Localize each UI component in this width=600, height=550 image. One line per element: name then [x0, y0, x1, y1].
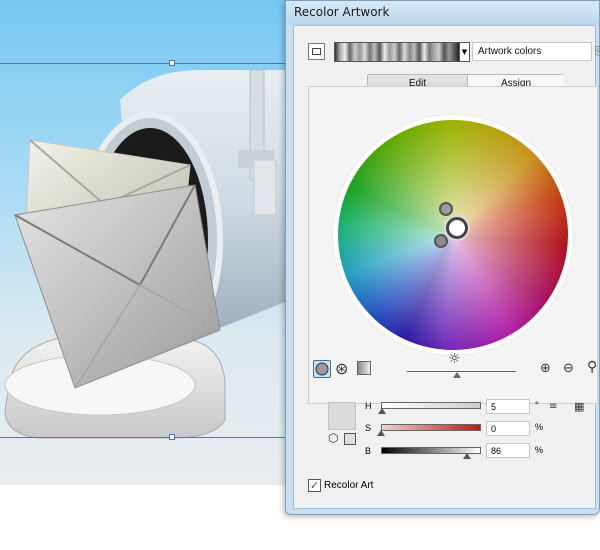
smooth-wheel-button[interactable] — [313, 360, 331, 378]
link-icon[interactable]: ⚲ — [587, 360, 597, 374]
save-group-icon[interactable]: ⎘ — [595, 45, 600, 59]
saturation-slider-thumb[interactable] — [377, 430, 385, 436]
color-mode-menu-icon[interactable]: ▦ — [574, 401, 584, 412]
brightness-unit: % — [535, 445, 544, 455]
brightness-label: B — [365, 446, 372, 456]
selection-handle-bottom[interactable] — [169, 434, 175, 440]
saturation-slider-track[interactable] — [381, 424, 481, 431]
swatch-icon — [312, 48, 321, 55]
saturation-label: S — [365, 423, 372, 433]
remove-color-icon[interactable]: ⊖ — [563, 362, 574, 375]
selection-top-edge — [0, 63, 290, 64]
segmented-wheel-icon[interactable]: ⊛ — [335, 361, 348, 377]
add-color-icon[interactable]: ⊕ — [540, 362, 551, 375]
brightness-slider-track[interactable] — [407, 371, 516, 372]
brightness-slider-thumb[interactable] — [453, 372, 462, 378]
recolor-art-checkbox[interactable]: ✓ — [308, 479, 321, 492]
artwork-colors-field[interactable]: Artwork colors — [472, 42, 592, 61]
brightness-sun-icon: ☼ — [448, 351, 461, 367]
panel-menu-icon[interactable]: ≡ — [549, 402, 557, 412]
web-safe-swatch[interactable] — [344, 433, 356, 445]
mailbox-illustration — [4, 69, 290, 439]
smooth-wheel-icon — [315, 362, 329, 376]
color-preview-swatch — [328, 402, 356, 430]
saturation-unit: % — [535, 422, 544, 432]
recolor-art-label: Recolor Art — [324, 480, 374, 491]
screen: Recolor Artwork ▼ Artwork colors ⎘ Edit … — [0, 0, 600, 550]
selection-handle-top[interactable] — [169, 60, 175, 66]
dialog-title: Recolor Artwork — [294, 5, 390, 19]
out-of-gamut-cube-icon[interactable]: ⬡ — [328, 432, 338, 444]
saturation-value-field[interactable]: 0 — [486, 421, 530, 436]
hue-slider-thumb[interactable] — [378, 408, 387, 414]
dialog-titlebar[interactable]: Recolor Artwork — [286, 1, 599, 25]
hue-value-field[interactable]: 5 — [486, 399, 530, 414]
chevron-down-icon[interactable]: ▼ — [460, 42, 470, 62]
brightness-value-slider-thumb[interactable] — [463, 453, 471, 459]
base-color-marker[interactable] — [446, 217, 468, 239]
color-marker[interactable] — [434, 234, 448, 248]
color-marker[interactable] — [439, 202, 453, 216]
canvas-blank-area — [0, 485, 290, 550]
hue-slider-track[interactable] — [381, 402, 481, 409]
swatch-toggle-button[interactable] — [308, 43, 325, 60]
hue-label: H — [365, 401, 372, 411]
hue-unit: ° — [535, 400, 539, 410]
artboard[interactable] — [0, 0, 290, 485]
color-bars-icon[interactable] — [357, 361, 371, 375]
selection-bottom-edge — [0, 437, 290, 438]
harmony-colors-bar[interactable] — [334, 42, 460, 62]
brightness-value-field[interactable]: 86 — [486, 443, 530, 458]
